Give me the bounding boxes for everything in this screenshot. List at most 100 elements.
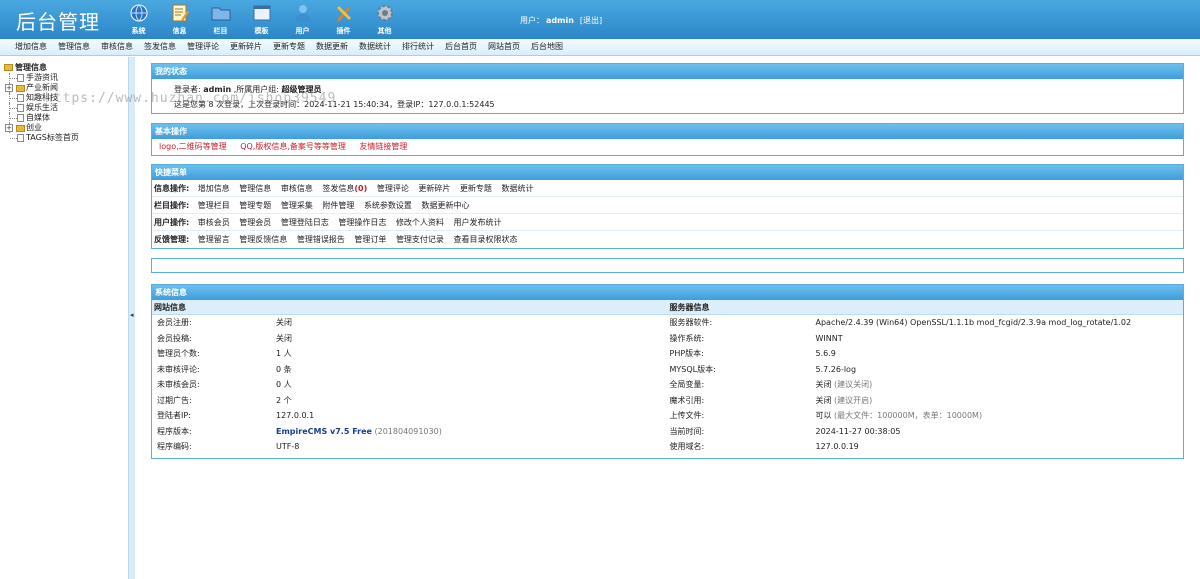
quick-link[interactable]: 管理支付记录 xyxy=(396,235,444,244)
site-info-row: 程序编码: UTF-8 xyxy=(152,439,668,455)
nav-column[interactable]: 栏目 xyxy=(200,1,241,38)
file-icon xyxy=(17,74,24,82)
nav-system[interactable]: 系统 xyxy=(118,1,159,38)
info-key: 使用域名: xyxy=(669,442,705,451)
site-info-row: 程序版本: EmpireCMS v7.5 Free (201804091030) xyxy=(152,424,668,440)
sidebar-splitter[interactable]: ◂ xyxy=(128,57,135,579)
nav-label: 系统 xyxy=(131,27,146,35)
quick-link[interactable]: 管理栏目 xyxy=(198,201,230,210)
expand-icon[interactable]: + xyxy=(5,124,13,132)
sidebar-tree: 管理信息 手游资讯 + 产业新闻 知趣科技 娱乐生活 自媒体 + 创业 TAGS… xyxy=(0,57,128,579)
info-value: 2 个 xyxy=(276,395,292,405)
tree-item[interactable]: 自媒体 xyxy=(0,113,128,123)
file-icon xyxy=(17,94,24,102)
quick-link[interactable]: 管理会员 xyxy=(239,218,271,227)
subnav-admin-home[interactable]: 后台首页 xyxy=(445,39,477,55)
info-value: Apache/2.4.39 (Win64) OpenSSL/1.1.1b mod… xyxy=(815,318,1132,327)
subnav-ranking-stats[interactable]: 排行统计 xyxy=(402,39,434,55)
quick-link[interactable]: 数据更新中心 xyxy=(421,201,469,210)
quick-link[interactable]: 管理评论 xyxy=(377,184,409,193)
info-key: 会员投稿: xyxy=(157,333,192,343)
info-value: 127.0.0.1 xyxy=(276,411,315,420)
info-key: 管理员个数: xyxy=(157,349,200,358)
tree-item[interactable]: + 创业 xyxy=(0,123,128,133)
info-key: 程序编码: xyxy=(157,442,192,451)
quick-row-label: 反馈管理: xyxy=(154,235,190,244)
subnav-update-fragments[interactable]: 更新碎片 xyxy=(230,39,262,55)
quick-link[interactable]: 管理登陆日志 xyxy=(281,218,329,227)
site-info-row: 登陆者IP: 127.0.0.1 xyxy=(152,408,668,424)
quick-link[interactable]: 管理操作日志 xyxy=(338,218,386,227)
quick-link[interactable]: 系统参数设置 xyxy=(364,201,412,210)
subnav-manage-comments[interactable]: 管理评论 xyxy=(187,39,219,55)
quick-link[interactable]: 更新碎片 xyxy=(418,184,450,193)
quick-link[interactable]: 管理订单 xyxy=(354,235,386,244)
friend-links-link[interactable]: 友情链接管理 xyxy=(359,142,407,151)
version-link[interactable]: EmpireCMS v7.5 Free xyxy=(276,427,372,436)
quick-link[interactable]: 管理反馈信息 xyxy=(239,235,287,244)
nav-label: 信息 xyxy=(172,27,187,35)
quick-link[interactable]: 审核会员 xyxy=(198,218,230,227)
subnav-admin-map[interactable]: 后台地图 xyxy=(531,39,563,55)
subnav-review-info[interactable]: 审核信息 xyxy=(101,39,133,55)
quick-link-sign[interactable]: 签发信息(0) xyxy=(322,184,367,193)
tree-item[interactable]: 手游资讯 xyxy=(0,73,128,83)
file-icon xyxy=(17,104,24,112)
quick-link-label: 签发信息 xyxy=(322,184,355,193)
quick-link[interactable]: 审核信息 xyxy=(281,184,313,193)
subnav-site-home[interactable]: 网站首页 xyxy=(488,39,520,55)
quick-link[interactable]: 修改个人资料 xyxy=(396,218,444,227)
tree-item-label: 创业 xyxy=(26,123,42,132)
nav-other[interactable]: 其他 xyxy=(364,1,405,38)
quick-link[interactable]: 管理专题 xyxy=(239,201,271,210)
quick-link[interactable]: 更新专题 xyxy=(460,184,492,193)
nav-user[interactable]: 用户 xyxy=(282,1,323,38)
quick-link[interactable]: 附件管理 xyxy=(322,201,354,210)
quick-link[interactable]: 管理信息 xyxy=(239,184,271,193)
subnav-manage-info[interactable]: 管理信息 xyxy=(58,39,90,55)
quick-link[interactable]: 数据统计 xyxy=(501,184,533,193)
username: admin xyxy=(546,16,574,25)
status-panel: 我的状态 登录者: admin ,所属用户组: 超级管理员 这是您第 8 次登录… xyxy=(151,63,1184,114)
subnav-update-topics[interactable]: 更新专题 xyxy=(273,39,305,55)
quick-link[interactable]: 管理错误报告 xyxy=(297,235,345,244)
nav-label: 模板 xyxy=(254,27,269,35)
collapse-arrow-icon[interactable]: ◂ xyxy=(130,311,134,319)
nav-template[interactable]: 模板 xyxy=(241,1,282,38)
site-info-row: 未审核会员: 0 人 xyxy=(152,377,668,393)
info-note: (最大文件：100000M，表单：10000M) xyxy=(834,411,983,420)
subnav-sign-info[interactable]: 签发信息 xyxy=(144,39,176,55)
user-bar: 用户： admin [退出] xyxy=(520,15,602,26)
nav-info[interactable]: 信息 xyxy=(159,1,200,38)
tree-item[interactable]: + 产业新闻 xyxy=(0,83,128,93)
info-key: 过期广告: xyxy=(157,395,192,405)
server-info-column: 服务器信息 服务器软件: Apache/2.4.39 (Win64) OpenSS… xyxy=(667,300,1183,455)
info-value: WINNT xyxy=(815,333,843,343)
header: 后台管理 系统 信息 栏目 模板 用户 插件 其他 用户： admin [退出] xyxy=(0,0,1200,39)
tree-item[interactable]: TAGS标签首页 xyxy=(0,133,128,143)
nav-plugin[interactable]: 插件 xyxy=(323,1,364,38)
logo-qrcode-link[interactable]: logo,二维码等管理 xyxy=(159,142,227,151)
subnav-data-stats[interactable]: 数据统计 xyxy=(359,39,391,55)
info-key: MYSQL版本: xyxy=(669,364,716,374)
site-info-row: 会员注册: 关闭 xyxy=(152,315,668,331)
quick-link[interactable]: 用户发布统计 xyxy=(453,218,501,227)
logout-link[interactable]: [退出] xyxy=(580,16,602,25)
quick-link[interactable]: 管理采集 xyxy=(281,201,313,210)
tree-item[interactable]: 知趣科技 xyxy=(0,93,128,103)
site-info-row: 过期广告: 2 个 xyxy=(152,393,668,409)
quick-row-label: 栏目操作: xyxy=(154,201,190,210)
tree-item-label: 手游资讯 xyxy=(26,73,58,82)
quick-link[interactable]: 管理留言 xyxy=(198,235,230,244)
quick-link[interactable]: 查看目录权限状态 xyxy=(453,235,517,244)
expand-icon[interactable]: + xyxy=(5,84,13,92)
last-login-info: 这是您第 8 次登录，上次登录时间：2024-11-21 15:40:34，登录… xyxy=(174,100,495,109)
quick-link[interactable]: 增加信息 xyxy=(198,184,230,193)
tree-item[interactable]: 娱乐生活 xyxy=(0,103,128,113)
qq-copyright-link[interactable]: QQ,版权信息,备案号等等管理 xyxy=(240,142,346,151)
tree-root[interactable]: 管理信息 xyxy=(0,63,128,73)
subnav-data-update[interactable]: 数据更新 xyxy=(316,39,348,55)
subnav-add-info[interactable]: 增加信息 xyxy=(15,39,47,55)
tree-item-label: 知趣科技 xyxy=(26,93,58,102)
login-info: 登录者: admin ,所属用户组: 超级管理员 xyxy=(152,82,1183,97)
